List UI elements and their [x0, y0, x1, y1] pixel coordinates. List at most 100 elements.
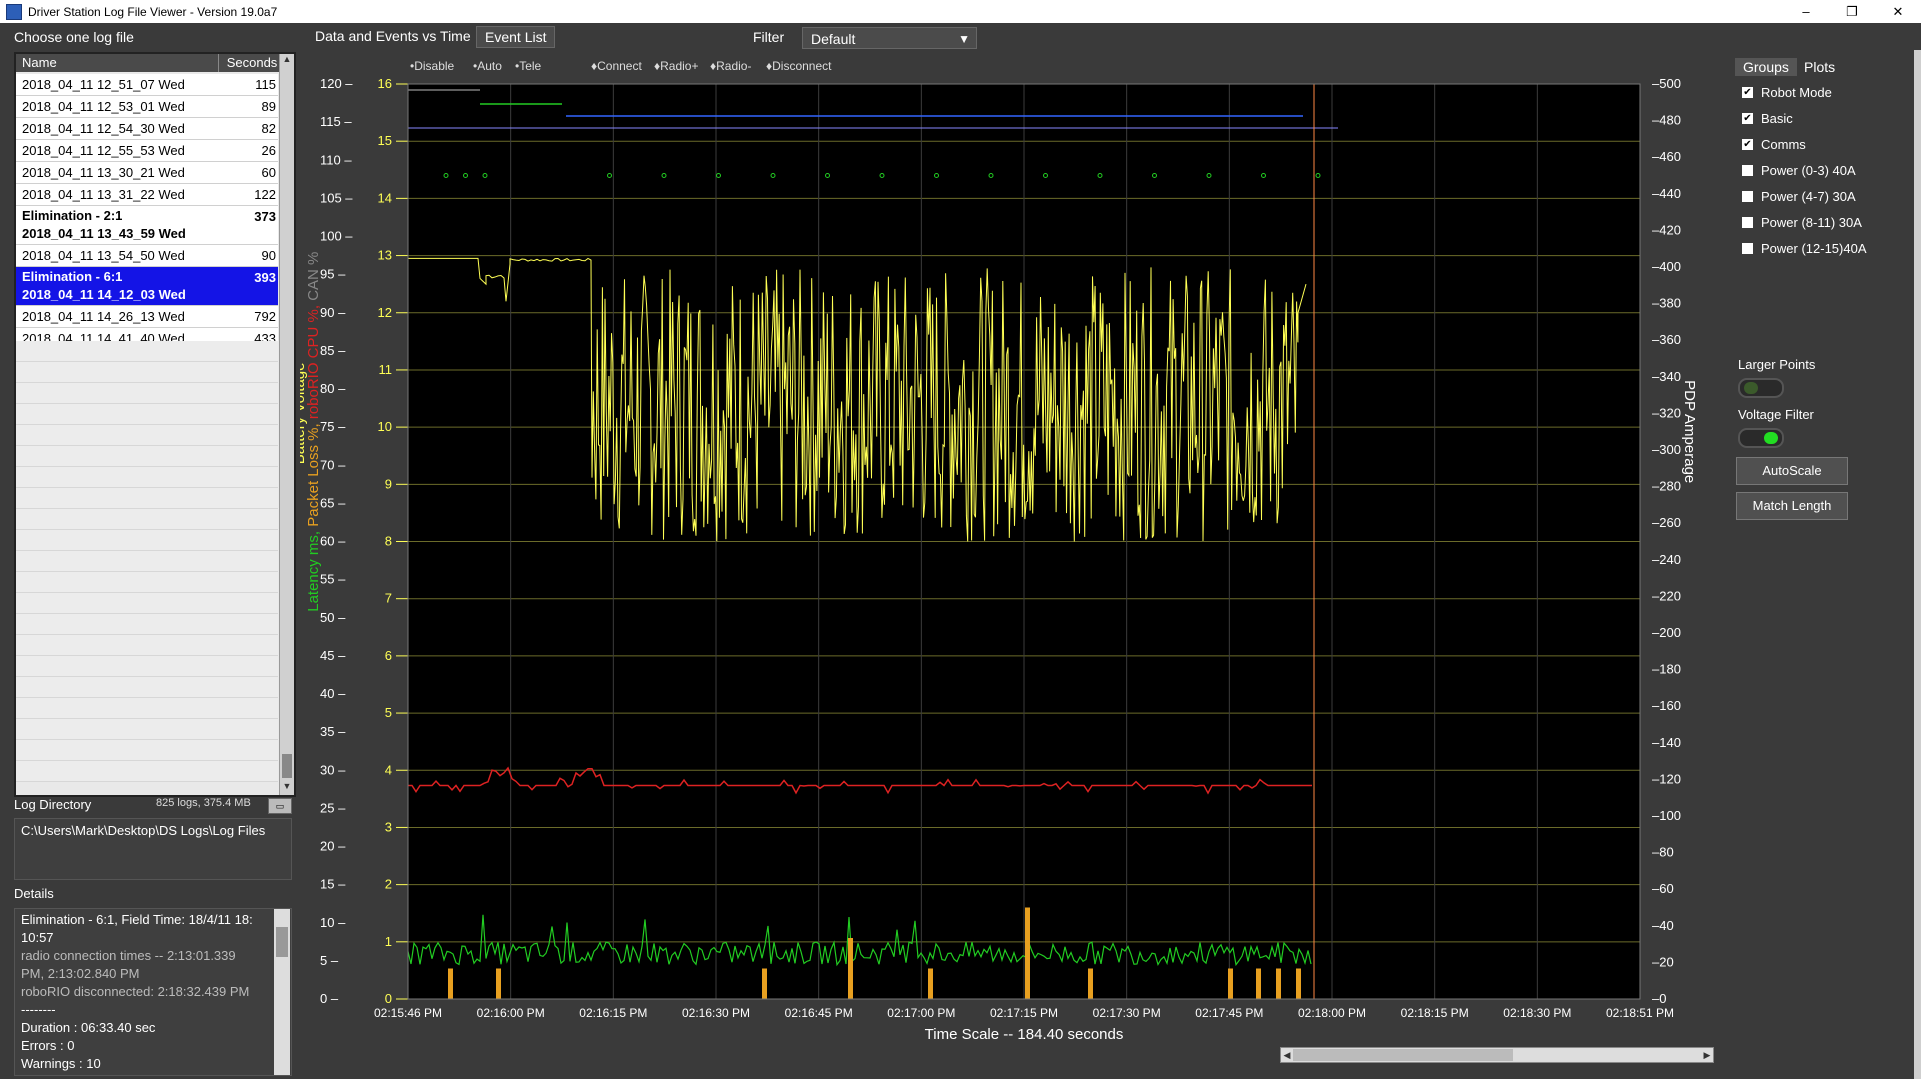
y-tick-label-inner: 16 [378, 76, 392, 91]
y-tick-label-inner: 1 [385, 934, 392, 949]
empty-row [16, 446, 278, 467]
list-item-name: 2018_04_11 12_54_30 Wed [22, 121, 185, 136]
y-tick-label-right: –160 [1652, 698, 1681, 713]
scroll-thumb[interactable] [282, 754, 292, 778]
details-scroll-thumb[interactable] [276, 927, 288, 957]
chevron-down-icon: ▼ [958, 32, 970, 46]
log-file-list[interactable]: Name Seconds 2018_04_11 12_51_07 Wed 115 2… [14, 52, 296, 797]
legend-entry: ♦Radio+ [654, 59, 698, 73]
group-checkbox-row[interactable]: ✔ Robot Mode [1742, 85, 1832, 100]
group-checkbox-label: Comms [1761, 137, 1806, 152]
tab-plots[interactable]: Plots [1804, 59, 1835, 75]
list-scrollbar[interactable]: ▲ ▼ [279, 54, 294, 795]
window-scrollbar[interactable] [1914, 50, 1921, 1079]
column-name[interactable]: Name [16, 54, 219, 72]
y-tick-label-outer: 0 – [320, 991, 339, 1006]
y-tick-label-outer: 60 – [320, 534, 346, 549]
list-item-seconds: 89 [261, 99, 276, 114]
checkbox-checked-icon[interactable]: ✔ [1742, 139, 1753, 150]
column-seconds[interactable]: Seconds [219, 54, 285, 72]
tab-data-events[interactable]: Data and Events vs Time [315, 28, 471, 44]
close-button[interactable]: ✕ [1875, 0, 1921, 23]
list-item-seconds: 26 [261, 143, 276, 158]
tab-event-list[interactable]: Event List [476, 26, 556, 48]
autoscale-button[interactable]: AutoScale [1736, 457, 1848, 485]
folder-browse-button[interactable]: ▭ [268, 798, 292, 814]
list-item-match[interactable]: Elimination - 2:1 2018_04_11 13_43_59 Wed… [16, 206, 278, 245]
empty-row [16, 635, 278, 656]
y-tick-label-outer: 5 – [320, 953, 339, 968]
list-item[interactable]: 2018_04_11 14_26_13 Wed 792 [16, 306, 278, 328]
y-tick-label-outer: 30 – [320, 762, 346, 777]
y-tick-label-inner: 14 [378, 190, 392, 205]
group-checkbox-row[interactable]: ✔ Comms [1742, 137, 1806, 152]
filter-value: Default [811, 31, 856, 47]
y-tick-label-inner: 12 [378, 305, 392, 320]
list-item-seconds: 115 [255, 77, 276, 92]
time-scrollbar[interactable]: ◀ ▶ [1280, 1047, 1714, 1063]
checkbox-unchecked-icon[interactable] [1742, 243, 1753, 254]
list-item[interactable]: 2018_04_11 13_31_22 Wed 122 [16, 184, 278, 206]
list-item[interactable]: 2018_04_11 13_54_50 Wed 90 [16, 245, 278, 267]
voltage-filter-label: Voltage Filter [1738, 407, 1814, 422]
checkbox-checked-icon[interactable]: ✔ [1742, 113, 1753, 124]
empty-row [16, 383, 278, 404]
group-checkbox-row[interactable]: ✔ Basic [1742, 111, 1793, 126]
group-checkbox-row[interactable]: Power (12-15)40A [1742, 241, 1867, 256]
details-line: Errors : 0 [21, 1038, 75, 1053]
list-item-seconds: 90 [261, 248, 276, 263]
list-item-seconds: 122 [254, 187, 276, 202]
chart[interactable]: 120 –115 –110 –105 –100 –95 –90 –85 –80 … [300, 48, 1720, 1048]
checkbox-checked-icon[interactable]: ✔ [1742, 87, 1753, 98]
checkbox-unchecked-icon[interactable] [1742, 217, 1753, 228]
y-tick-label-inner: 2 [385, 877, 392, 892]
group-checkbox-label: Robot Mode [1761, 85, 1832, 100]
list-item-name: 2018_04_11 12_53_01 Wed [22, 99, 185, 114]
group-checkbox-row[interactable]: Power (0-3) 40A [1742, 163, 1856, 178]
larger-points-toggle[interactable] [1738, 378, 1784, 398]
y-tick-label-right: –320 [1652, 405, 1681, 420]
y-tick-label-outer: 70 – [320, 457, 346, 472]
y-tick-label-right: –360 [1652, 332, 1681, 347]
y-tick-label-outer: 90 – [320, 305, 346, 320]
series-packet-loss-bar [496, 968, 501, 999]
list-item-match[interactable]: Elimination - 6:1 2018_04_11 14_12_03 Wed… [16, 267, 278, 306]
scroll-right-icon[interactable]: ▶ [1701, 1048, 1713, 1062]
voltage-filter-toggle[interactable] [1738, 428, 1784, 448]
details-scrollbar[interactable] [274, 909, 290, 1075]
checkbox-unchecked-icon[interactable] [1742, 165, 1753, 176]
group-checkbox-row[interactable]: Power (8-11) 30A [1742, 215, 1862, 230]
details-line: 10:57 [21, 930, 54, 945]
y-tick-label-outer: 65 – [320, 495, 346, 510]
list-item[interactable]: 2018_04_11 12_54_30 Wed 82 [16, 118, 278, 140]
y-tick-label-outer: 80 – [320, 381, 346, 396]
filter-label: Filter [753, 29, 785, 45]
empty-row [16, 551, 278, 572]
match-length-button[interactable]: Match Length [1736, 492, 1848, 520]
y-tick-label-right: –380 [1652, 296, 1681, 311]
scroll-down-icon[interactable]: ▼ [280, 781, 294, 795]
y-tick-label-right: –460 [1652, 149, 1681, 164]
list-item[interactable]: 2018_04_11 13_30_21 Wed 60 [16, 162, 278, 184]
y-tick-label-inner: 7 [385, 591, 392, 606]
legend-entry: •Auto [473, 59, 502, 73]
time-scroll-thumb[interactable] [1293, 1049, 1513, 1061]
empty-row [16, 572, 278, 593]
list-item[interactable]: 2018_04_11 12_55_53 Wed 26 [16, 140, 278, 162]
checkbox-unchecked-icon[interactable] [1742, 191, 1753, 202]
list-item[interactable]: 2018_04_11 12_53_01 Wed 89 [16, 96, 278, 118]
list-item-name: Elimination - 2:1 2018_04_11 13_43_59 Wed [16, 206, 218, 244]
group-checkbox-label: Basic [1761, 111, 1793, 126]
log-directory-label: Log Directory [14, 797, 92, 812]
restore-button[interactable]: ❐ [1829, 0, 1875, 23]
log-directory-path[interactable]: C:\Users\Mark\Desktop\DS Logs\Log Files [14, 818, 292, 880]
list-item[interactable]: 2018_04_11 12_51_07 Wed 115 [16, 74, 278, 96]
group-checkbox-row[interactable]: Power (4-7) 30A [1742, 189, 1856, 204]
tab-groups[interactable]: Groups [1735, 58, 1797, 76]
list-rows: 2018_04_11 12_51_07 Wed 115 2018_04_11 12_… [16, 74, 278, 350]
minimize-button[interactable]: – [1783, 0, 1829, 23]
scroll-left-icon[interactable]: ◀ [1281, 1048, 1293, 1062]
scroll-up-icon[interactable]: ▲ [280, 54, 294, 68]
legend-entry: •Disable [410, 59, 455, 73]
filter-select[interactable]: Default ▼ [802, 27, 977, 49]
